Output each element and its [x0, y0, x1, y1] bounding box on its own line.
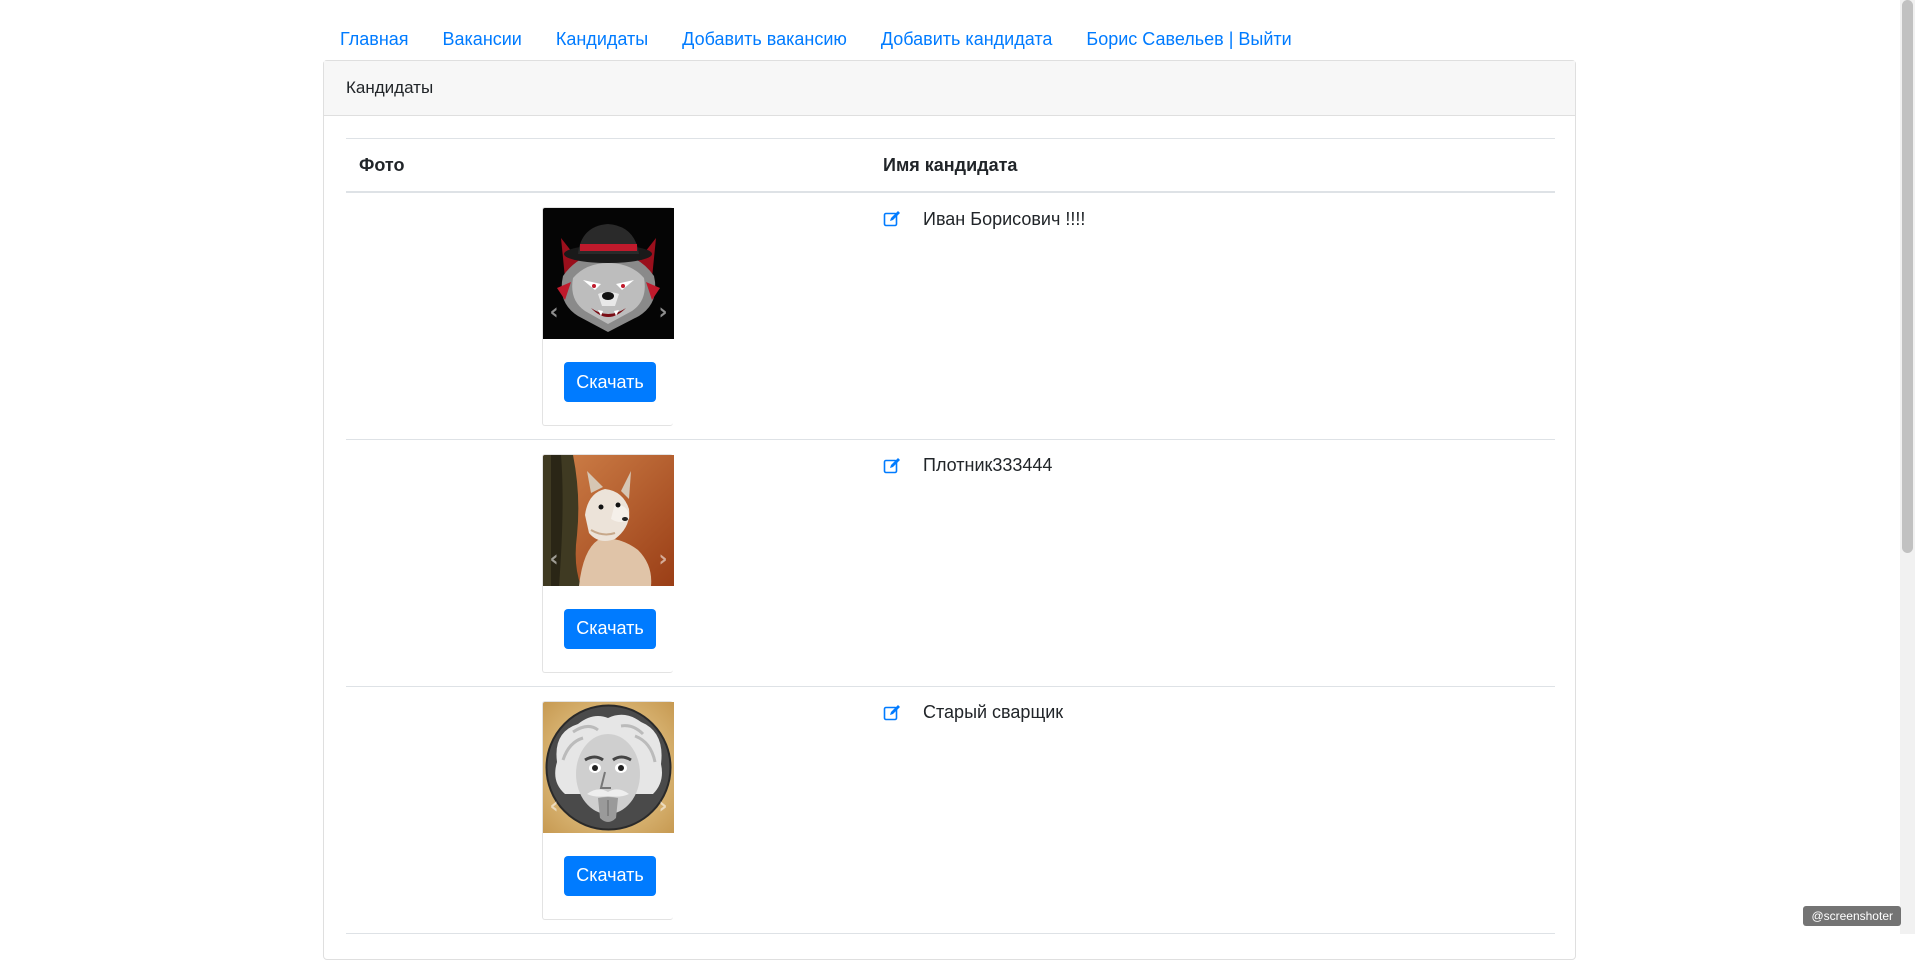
download-button[interactable]: Скачать — [564, 855, 656, 896]
table-row: ‹ › Скачать — [346, 439, 1555, 687]
name-cell: Иван Борисович !!!! — [870, 192, 1555, 440]
photo-carousel: ‹ › Скачать — [542, 207, 674, 426]
candidate-name: Иван Борисович !!!! — [923, 208, 1086, 229]
table-header-row: Фото Имя кандидата — [346, 138, 1555, 193]
download-button[interactable]: Скачать — [564, 608, 656, 649]
chevron-right-icon[interactable]: › — [654, 548, 672, 570]
chevron-left-icon[interactable]: ‹ — [545, 795, 563, 817]
photo-cell: ‹ › Скачать — [346, 192, 870, 440]
photo-cell: ‹ › Скачать — [346, 439, 870, 687]
edit-icon[interactable] — [883, 210, 901, 228]
name-cell: Старый сварщик — [870, 686, 1555, 934]
name-cell: Плотник333444 — [870, 439, 1555, 687]
nav-vacancies[interactable]: Вакансии — [426, 22, 539, 56]
download-button[interactable]: Скачать — [564, 362, 656, 402]
nav-add-candidate[interactable]: Добавить кандидата — [864, 22, 1070, 56]
page-scrollbar[interactable] — [1900, 0, 1915, 934]
chevron-right-icon[interactable]: › — [654, 795, 672, 817]
chevron-left-icon[interactable]: ‹ — [545, 302, 563, 324]
card-header: Кандидаты — [324, 61, 1575, 116]
table-row: ‹ › Скачать — [346, 192, 1555, 440]
edit-icon[interactable] — [883, 457, 901, 475]
screenshoter-watermark: @screenshoter — [1803, 906, 1901, 926]
nav-home[interactable]: Главная — [323, 22, 426, 56]
photo-cell: ‹ › Скачать — [346, 686, 870, 934]
top-nav: Главная Вакансии Кандидаты Добавить вака… — [323, 22, 1309, 56]
photo-carousel: ‹ › Скачать — [542, 700, 674, 920]
nav-candidates[interactable]: Кандидаты — [539, 22, 665, 56]
candidates-table: Фото Имя кандидата ‹ › Скачать Иван Бори… — [346, 138, 1555, 934]
scrollbar-thumb[interactable] — [1902, 0, 1913, 553]
chevron-right-icon[interactable]: › — [654, 302, 672, 324]
nav-user-logout[interactable]: Борис Савельев | Выйти — [1069, 22, 1308, 56]
column-header-photo: Фото — [346, 138, 870, 193]
candidate-photo: ‹ › — [543, 454, 674, 586]
candidates-card: Кандидаты Фото Имя кандидата ‹ › Скачать… — [323, 60, 1576, 960]
candidate-photo: ‹ › — [543, 208, 674, 339]
edit-icon[interactable] — [883, 704, 901, 722]
card-body: Фото Имя кандидата ‹ › Скачать Иван Бори… — [324, 116, 1575, 934]
candidate-name: Плотник333444 — [923, 455, 1053, 475]
candidate-name: Старый сварщик — [923, 702, 1064, 722]
column-header-name: Имя кандидата — [870, 138, 1555, 193]
table-row: ‹ › Скачать — [346, 686, 1555, 934]
photo-carousel: ‹ › Скачать — [542, 453, 674, 673]
nav-add-vacancy[interactable]: Добавить вакансию — [665, 22, 864, 56]
chevron-left-icon[interactable]: ‹ — [545, 548, 563, 570]
candidate-photo: ‹ › — [543, 701, 674, 833]
